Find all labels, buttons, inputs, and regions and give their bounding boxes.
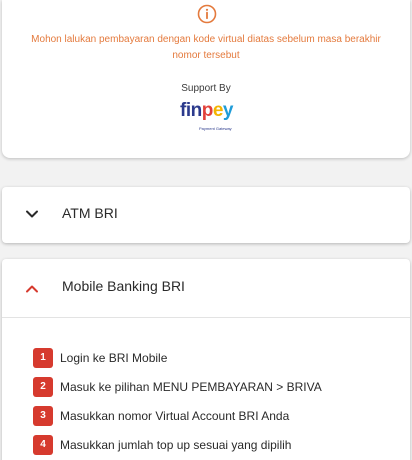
notice-message: Mohon lalukan pembayaran dengan kode vir…	[31, 34, 381, 61]
info-icon	[197, 4, 217, 24]
accordion-header-atm-bri[interactable]: ATM BRI	[2, 187, 410, 243]
payment-instructions-page: Mohon lalukan pembayaran dengan kode vir…	[0, 0, 412, 460]
finpay-logo: finpey Payment Gateway	[180, 100, 236, 136]
accordion-title: Mobile Banking BRI	[62, 278, 185, 294]
step-text: Login ke BRI Mobile	[60, 351, 168, 365]
step-number-badge: 2	[33, 377, 53, 397]
chevron-down-icon	[26, 210, 38, 218]
step-number-badge: 3	[33, 406, 53, 426]
payment-notice-card: Mohon lalukan pembayaran dengan kode vir…	[2, 0, 410, 158]
accordion-header-mobile-banking-bri[interactable]: Mobile Banking BRI	[2, 259, 410, 318]
finpay-tagline: Payment Gateway	[199, 126, 232, 131]
accordion-atm-bri: ATM BRI	[2, 187, 410, 243]
accordion-mobile-banking-bri: Mobile Banking BRI 1 Login ke BRI Mobile…	[2, 259, 410, 460]
step-text: Masukkan nomor Virtual Account BRI Anda	[60, 409, 290, 423]
finpay-wordmark: finpey	[180, 100, 233, 121]
step-text: Masukkan jumlah top up sesuai yang dipil…	[60, 438, 292, 452]
step-number-badge: 4	[33, 435, 53, 455]
support-label: Support By	[181, 83, 231, 94]
step-text: Masuk ke pilihan MENU PEMBAYARAN > BRIVA	[60, 380, 322, 394]
chevron-up-icon	[26, 285, 38, 293]
step-number-badge: 1	[33, 348, 53, 368]
accordion-title: ATM BRI	[62, 205, 118, 221]
